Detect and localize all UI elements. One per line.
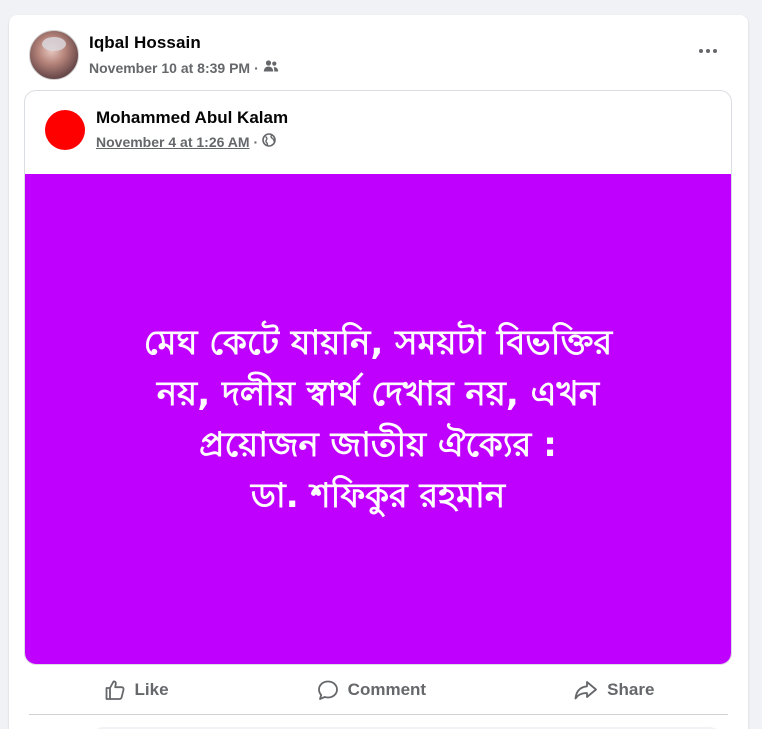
share-label: Share bbox=[607, 680, 655, 699]
more-options-button[interactable] bbox=[694, 41, 722, 61]
shared-header-text: Mohammed Abul Kalam November 4 at 1:26 A… bbox=[96, 107, 288, 152]
more-horizontal-icon bbox=[699, 49, 703, 53]
like-button[interactable]: Like bbox=[91, 672, 181, 708]
friends-icon[interactable] bbox=[263, 58, 279, 78]
post-meta: November 10 at 8:39 PM · bbox=[89, 58, 279, 78]
shared-post[interactable]: Mohammed Abul Kalam November 4 at 1:26 A… bbox=[24, 90, 732, 665]
globe-icon[interactable] bbox=[262, 132, 277, 152]
author-name[interactable]: Iqbal Hossain bbox=[89, 32, 279, 54]
post-card: Iqbal Hossain November 10 at 8:39 PM · M… bbox=[9, 15, 748, 729]
actions-divider bbox=[29, 714, 728, 715]
more-dot bbox=[706, 49, 710, 53]
post-header-text: Iqbal Hossain November 10 at 8:39 PM · bbox=[89, 32, 279, 78]
comment-label: Comment bbox=[347, 680, 427, 699]
comment-button[interactable]: Comment bbox=[304, 672, 438, 708]
thumbs-up-icon bbox=[103, 678, 127, 702]
post-image-text: মেঘ কেটে যায়নি, সময়টা বিভক্তির নয়, দল… bbox=[143, 322, 613, 516]
comment-icon bbox=[316, 678, 340, 702]
shared-author-name[interactable]: Mohammed Abul Kalam bbox=[96, 107, 288, 129]
share-button[interactable]: Share bbox=[561, 672, 666, 708]
shared-post-header: Mohammed Abul Kalam November 4 at 1:26 A… bbox=[45, 107, 288, 152]
meta-separator: · bbox=[253, 134, 259, 150]
share-arrow-icon bbox=[573, 678, 599, 702]
post-timestamp[interactable]: November 10 at 8:39 PM bbox=[89, 58, 250, 78]
post-image[interactable]: মেঘ কেটে যায়নি, সময়টা বিভক্তির নয়, দল… bbox=[25, 174, 731, 664]
author-avatar[interactable] bbox=[29, 30, 79, 80]
more-dot bbox=[713, 49, 717, 53]
post-actions: Like Comment Share bbox=[29, 670, 728, 710]
post-header: Iqbal Hossain November 10 at 8:39 PM · bbox=[29, 30, 279, 80]
like-label: Like bbox=[134, 680, 169, 699]
meta-separator: · bbox=[254, 60, 259, 76]
shared-author-avatar[interactable] bbox=[45, 109, 85, 150]
shared-post-meta: November 4 at 1:26 AM · bbox=[96, 132, 288, 152]
shared-post-timestamp[interactable]: November 4 at 1:26 AM bbox=[96, 132, 250, 152]
